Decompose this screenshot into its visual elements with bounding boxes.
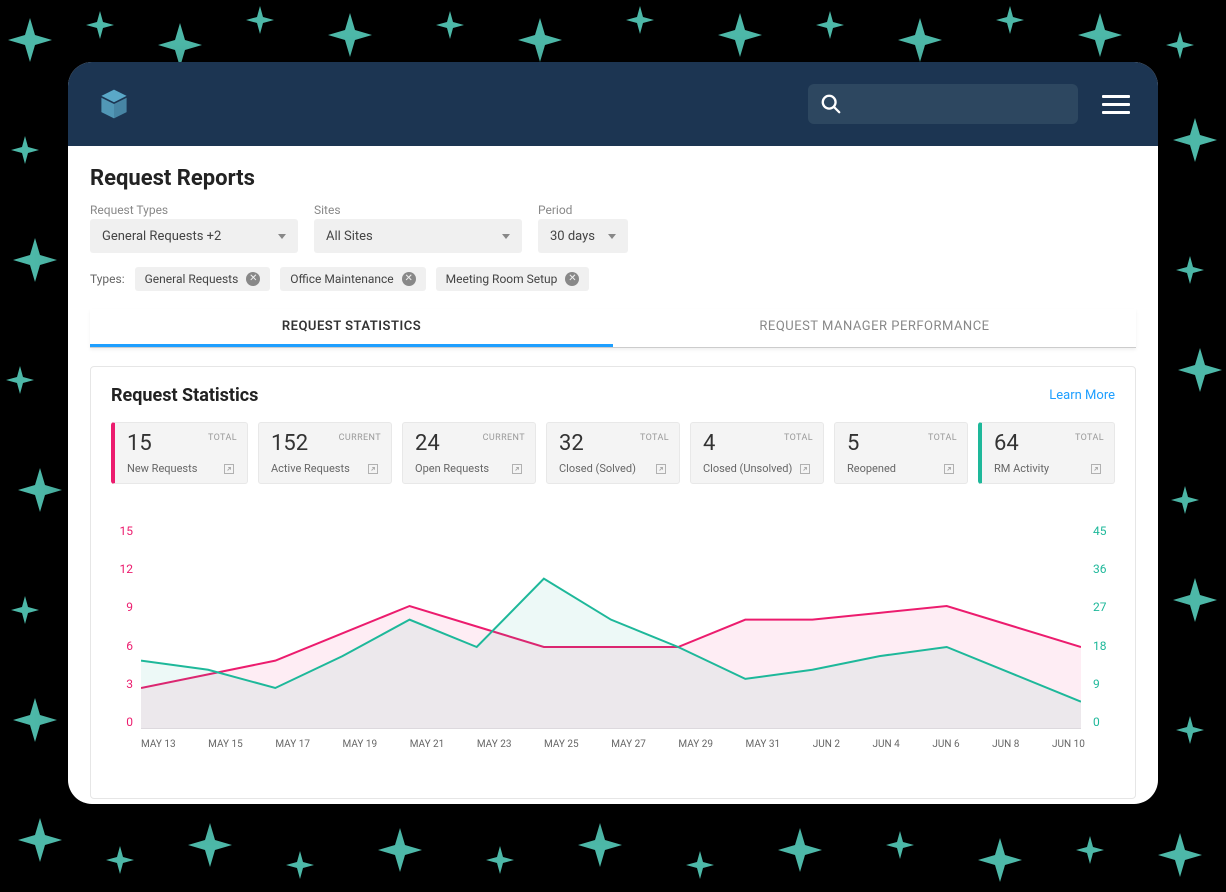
filter-chips: Types: General Requests ✕ Office Mainten…: [90, 267, 1136, 291]
chip-remove-icon[interactable]: ✕: [402, 272, 416, 286]
chip-general-requests: General Requests ✕: [135, 267, 271, 291]
chips-label: Types:: [90, 272, 125, 286]
stat-tag: TOTAL: [784, 433, 813, 443]
page-title: Request Reports: [90, 166, 1136, 191]
stats-panel: Request Statistics Learn More 15TOTALNew…: [90, 366, 1136, 799]
stats-title: Request Statistics: [111, 385, 258, 406]
y-axis-right: 4536271890: [1093, 524, 1115, 729]
stat-card[interactable]: 64TOTALRM Activity: [978, 422, 1115, 484]
stat-cards: 15TOTALNew Requests152CURRENTActive Requ…: [111, 422, 1115, 484]
stat-tag: TOTAL: [640, 433, 669, 443]
stat-tag: TOTAL: [928, 433, 957, 443]
expand-icon: [655, 463, 667, 475]
filter-label-sites: Sites: [314, 203, 522, 217]
tab-request-statistics[interactable]: REQUEST STATISTICS: [90, 309, 613, 347]
stat-name: Active Requests: [271, 462, 350, 475]
chip-remove-icon[interactable]: ✕: [565, 272, 579, 286]
chart: 15129630 4536271890 MAY 13MAY 15MAY 17MA…: [111, 524, 1115, 774]
stat-tag: TOTAL: [1075, 433, 1104, 443]
x-axis: MAY 13MAY 15MAY 17MAY 19MAY 21MAY 23MAY …: [141, 739, 1085, 750]
chevron-down-icon: [278, 234, 286, 239]
filters-row: Request Types General Requests +2 Sites …: [90, 203, 1136, 253]
chip-office-maintenance: Office Maintenance ✕: [280, 267, 425, 291]
stat-card[interactable]: 152CURRENTActive Requests: [258, 422, 392, 484]
learn-more-link[interactable]: Learn More: [1049, 388, 1115, 403]
app-logo-icon: [96, 86, 132, 122]
expand-icon: [511, 463, 523, 475]
sites-dropdown[interactable]: All Sites: [314, 219, 522, 253]
expand-icon: [367, 463, 379, 475]
expand-icon: [799, 463, 811, 475]
stat-card[interactable]: 24CURRENTOpen Requests: [402, 422, 536, 484]
stat-card[interactable]: 32TOTALClosed (Solved): [546, 422, 680, 484]
menu-button[interactable]: [1102, 95, 1130, 114]
app-header: [68, 62, 1158, 146]
stat-name: Closed (Solved): [559, 462, 636, 475]
stat-card[interactable]: 5TOTALReopened: [834, 422, 968, 484]
chart-canvas: [141, 524, 1081, 729]
tab-request-manager-performance[interactable]: REQUEST MANAGER PERFORMANCE: [613, 309, 1136, 347]
chip-remove-icon[interactable]: ✕: [246, 272, 260, 286]
stat-name: Open Requests: [415, 462, 489, 475]
period-dropdown[interactable]: 30 days: [538, 219, 628, 253]
expand-icon: [1090, 463, 1102, 475]
stat-tag: CURRENT: [483, 433, 525, 443]
y-axis-left: 15129630: [111, 524, 133, 729]
filter-label-period: Period: [538, 203, 628, 217]
app-window: Request Reports Request Types General Re…: [68, 62, 1158, 804]
search-icon: [820, 93, 842, 115]
expand-icon: [223, 463, 235, 475]
tabs: REQUEST STATISTICS REQUEST MANAGER PERFO…: [90, 309, 1136, 348]
stat-tag: CURRENT: [339, 433, 381, 443]
search-input[interactable]: [808, 84, 1078, 124]
chip-meeting-room-setup: Meeting Room Setup ✕: [436, 267, 590, 291]
chevron-down-icon: [502, 234, 510, 239]
chevron-down-icon: [608, 234, 616, 239]
stat-name: Reopened: [847, 462, 896, 475]
stat-name: Closed (Unsolved): [703, 462, 792, 475]
stat-name: New Requests: [127, 462, 197, 475]
filter-label-request-types: Request Types: [90, 203, 298, 217]
stat-card[interactable]: 4TOTALClosed (Unsolved): [690, 422, 824, 484]
expand-icon: [943, 463, 955, 475]
stat-tag: TOTAL: [208, 433, 237, 443]
stat-card[interactable]: 15TOTALNew Requests: [111, 422, 248, 484]
request-types-dropdown[interactable]: General Requests +2: [90, 219, 298, 253]
stat-name: RM Activity: [994, 462, 1049, 475]
